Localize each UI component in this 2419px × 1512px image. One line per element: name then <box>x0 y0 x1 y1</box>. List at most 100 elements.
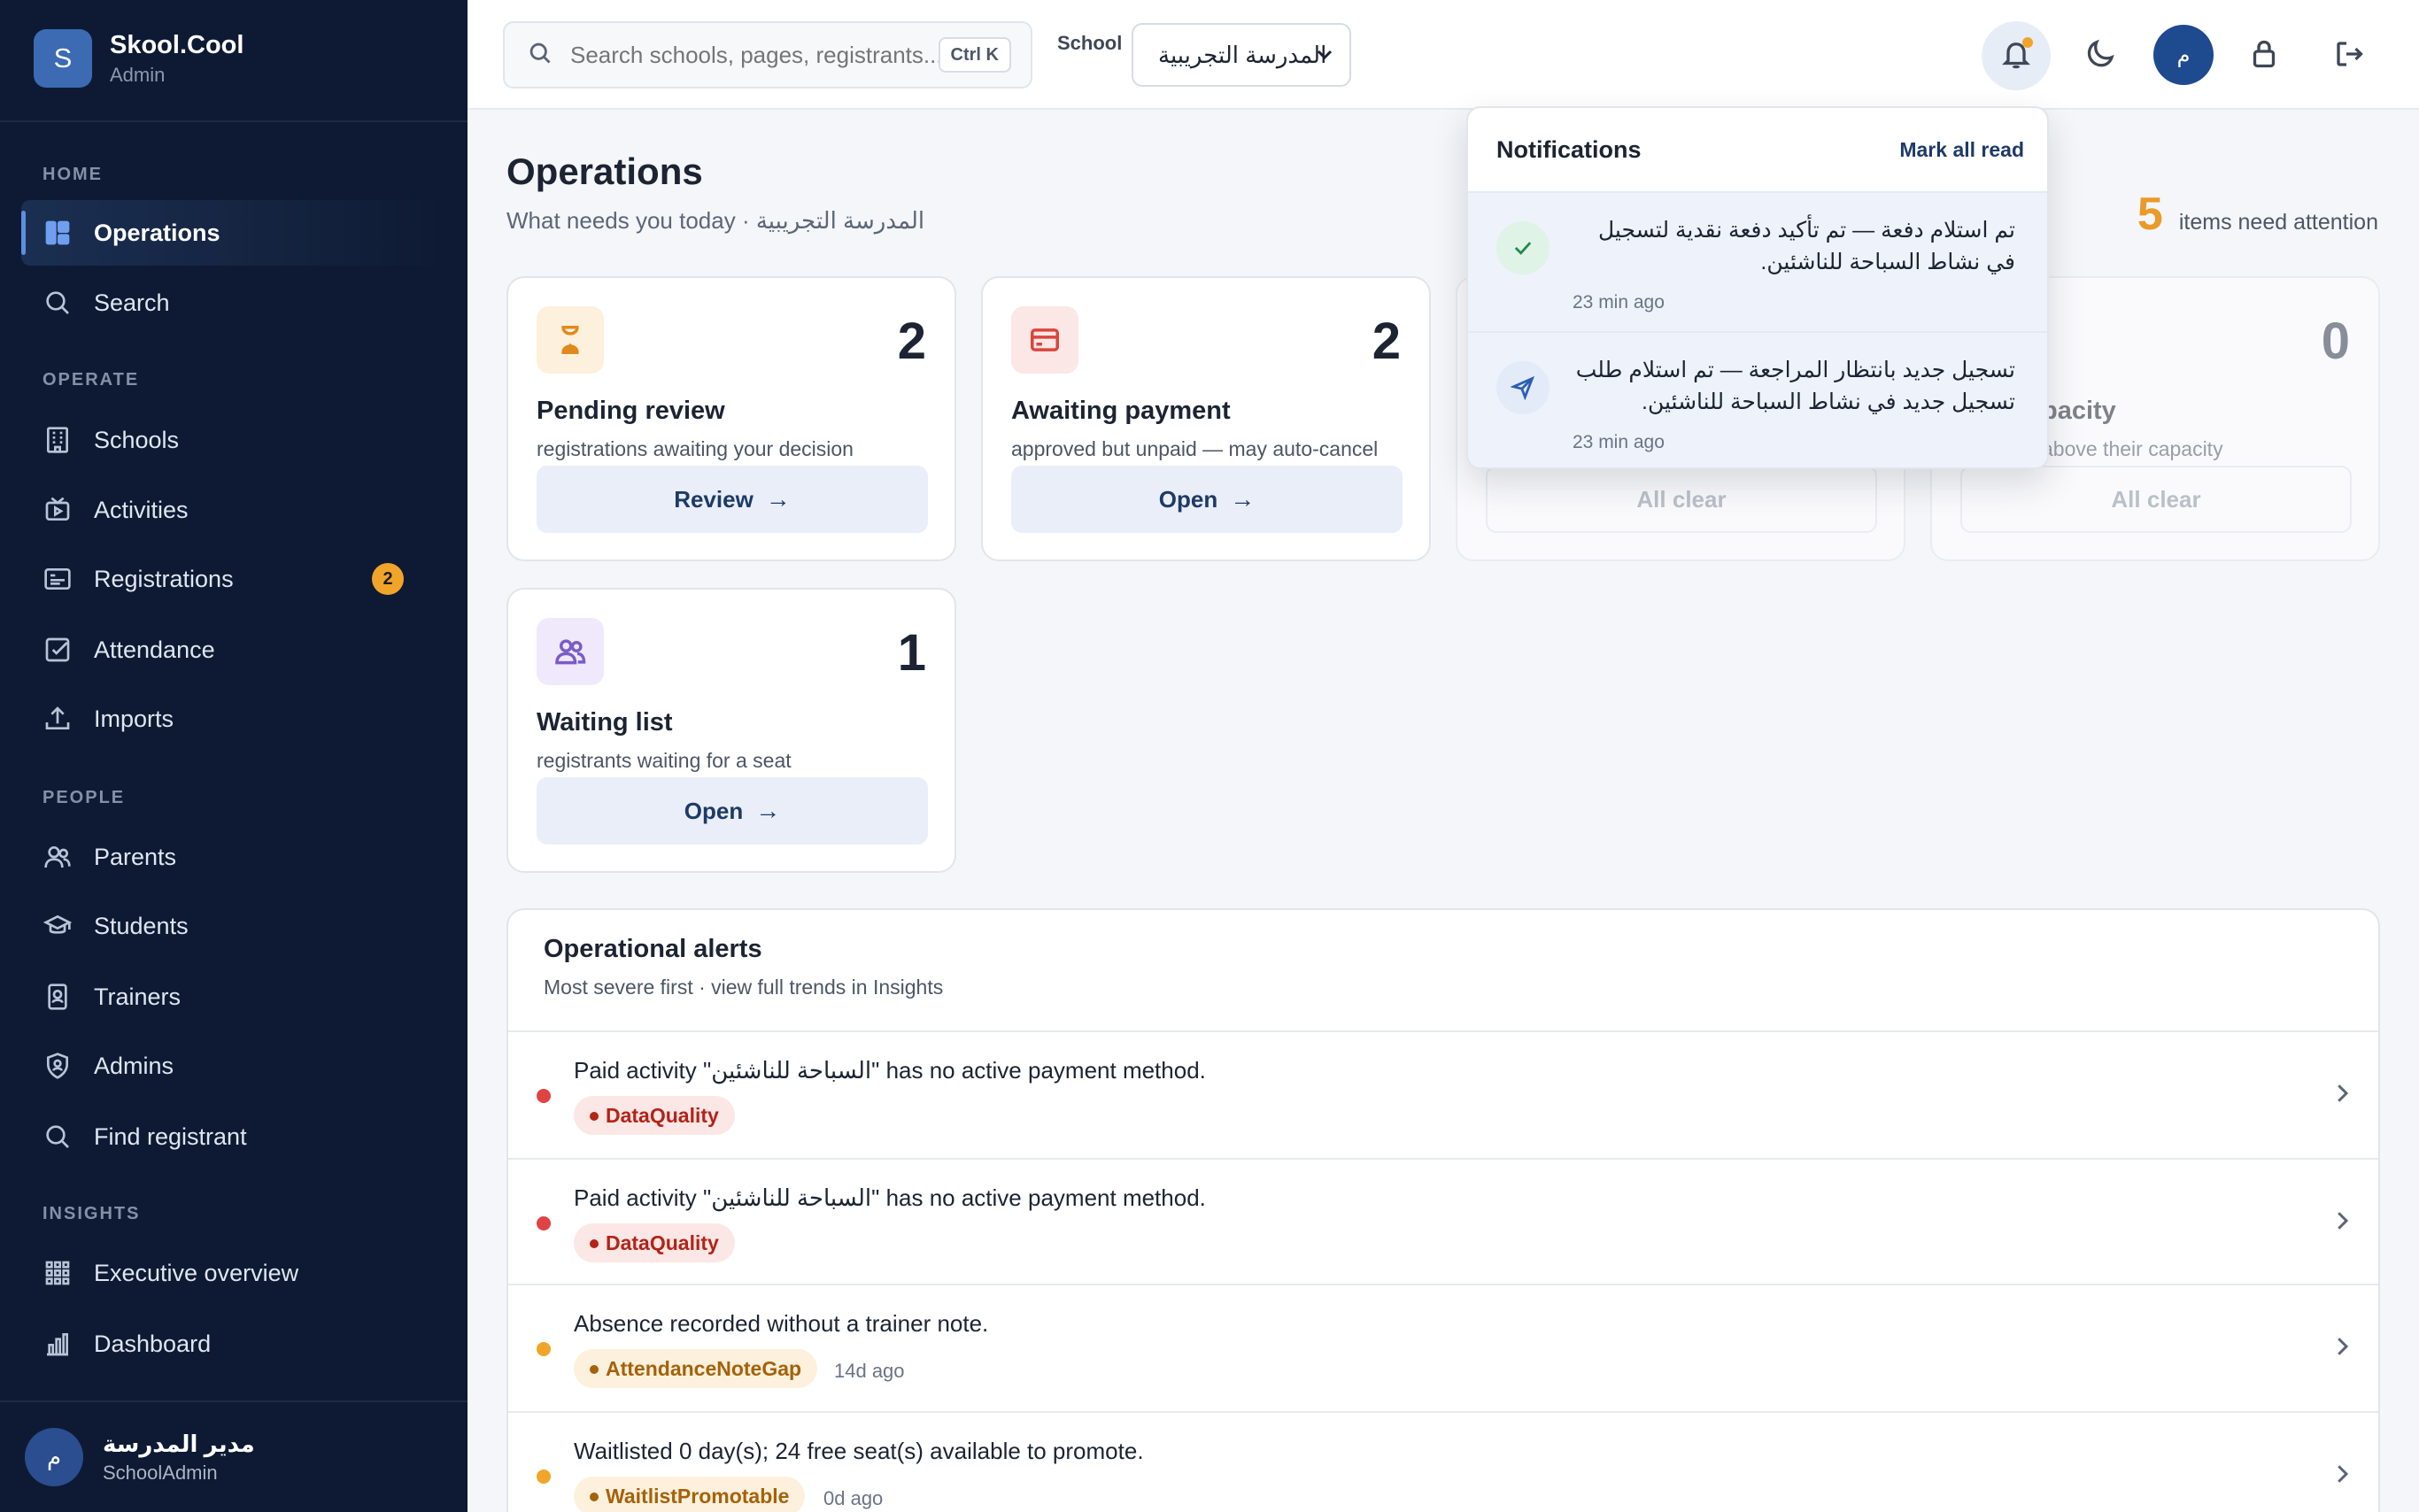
avatar: م <box>25 1428 83 1486</box>
notifications-button[interactable] <box>1982 21 2051 90</box>
sidebar-item-attendance[interactable]: Attendance <box>21 617 446 683</box>
notification-dot <box>2022 37 2033 48</box>
search-icon <box>43 1122 73 1152</box>
lock-button[interactable] <box>2230 21 2299 90</box>
building-icon <box>43 425 73 455</box>
registrations-count-badge: 2 <box>372 563 404 595</box>
button-label: Open <box>1158 485 1218 513</box>
severity-dot <box>537 1089 551 1103</box>
brand-role: Admin <box>110 63 166 86</box>
alert-message: Waitlisted 0 day(s); 24 free seat(s) ava… <box>574 1438 1144 1464</box>
sidebar-item-activities[interactable]: Activities <box>21 477 446 543</box>
severity-dot <box>537 1342 551 1356</box>
divider <box>0 120 468 122</box>
card-description: above their capacity <box>2042 437 2223 460</box>
hourglass-icon <box>537 306 604 374</box>
logout-button[interactable] <box>2315 21 2384 90</box>
card-description: registrants waiting for a seat <box>537 749 792 772</box>
id-card-icon <box>43 564 73 594</box>
credit-card-icon <box>1011 306 1078 374</box>
lock-icon <box>2248 38 2280 74</box>
school-select-value: المدرسة التجريبية <box>1158 41 1327 68</box>
chevron-down-icon <box>1317 50 1333 60</box>
sidebar-item-students[interactable]: Students <box>21 893 446 959</box>
attention-summary: 5 items need attention <box>2137 188 2378 241</box>
user-name: مدير المدرسة <box>103 1430 255 1457</box>
sidebar-item-label: Executive overview <box>94 1259 299 1286</box>
card-count: 2 <box>897 312 926 370</box>
sidebar-item-parents[interactable]: Parents <box>21 824 446 890</box>
notifications-popover: Notifications Mark all read تم استلام دف… <box>1466 106 2049 469</box>
alert-row[interactable]: Paid activity "السباحة للناشئين" has no … <box>508 1030 2378 1158</box>
theme-toggle-button[interactable] <box>2067 21 2136 90</box>
sidebar-item-schools[interactable]: Schools <box>21 407 446 473</box>
open-button[interactable]: Open → <box>1011 466 1403 533</box>
alert-row[interactable]: Absence recorded without a trainer note.… <box>508 1284 2378 1411</box>
dashboard-icon <box>43 218 73 248</box>
page-subtitle: What needs you today · المدرسة التجريبية <box>506 207 925 234</box>
review-button[interactable]: Review → <box>537 466 928 533</box>
sidebar-item-operations[interactable]: Operations <box>21 200 446 266</box>
school-select[interactable]: المدرسة التجريبية <box>1132 23 1351 87</box>
alert-tag: DataQuality <box>574 1223 735 1262</box>
users-icon <box>43 842 73 872</box>
card-title: pacity <box>2042 397 2116 425</box>
severity-dot <box>537 1216 551 1230</box>
attention-label: items need attention <box>2178 210 2378 235</box>
notification-item[interactable]: تم استلام دفعة — تم تأكيد دفعة نقدية لتس… <box>1468 191 2047 331</box>
sidebar-item-search[interactable]: Search <box>21 270 446 336</box>
severity-dot <box>537 1470 551 1484</box>
nav-section-insights: INSIGHTS <box>43 1204 141 1223</box>
sidebar-item-label: Schools <box>94 426 180 453</box>
notification-item[interactable]: تسجيل جديد بانتظار المراجعة — تم استلام … <box>1468 331 2047 467</box>
search-input[interactable] <box>570 41 942 69</box>
brand[interactable]: S Skool.Cool Admin <box>34 29 243 88</box>
global-search[interactable]: Ctrl K <box>503 21 1032 89</box>
user-profile[interactable]: م مدير المدرسة SchoolAdmin <box>0 1400 468 1512</box>
all-clear-button[interactable]: All clear <box>1960 466 2352 533</box>
card-description: registrations awaiting your decision <box>537 437 854 460</box>
sidebar-item-trainers[interactable]: Trainers <box>21 964 446 1030</box>
card-awaiting-payment: 2 Awaiting payment approved but unpaid —… <box>981 276 1431 561</box>
card-title: Pending review <box>537 397 725 425</box>
sidebar-item-label: Find registrant <box>94 1122 247 1150</box>
mark-all-read-button[interactable]: Mark all read <box>1899 138 2024 162</box>
checkbox-icon <box>43 635 73 665</box>
sidebar-item-imports[interactable]: Imports <box>21 686 446 752</box>
alert-age: 14d ago <box>834 1360 905 1382</box>
graduation-cap-icon <box>43 911 73 941</box>
sidebar-item-dashboard[interactable]: Dashboard <box>21 1311 446 1377</box>
chevron-right-icon <box>2329 1333 2355 1360</box>
sidebar-item-registrations[interactable]: Registrations 2 <box>21 546 446 612</box>
alert-row[interactable]: Waitlisted 0 day(s); 24 free seat(s) ava… <box>508 1411 2378 1512</box>
card-description: approved but unpaid — may auto-cancel <box>1011 437 1379 460</box>
alerts-subtitle: Most severe first · view full trends in … <box>544 976 944 999</box>
sidebar-item-executive-overview[interactable]: Executive overview <box>21 1240 446 1306</box>
logout-icon <box>2333 38 2365 74</box>
moon-icon <box>2085 38 2117 74</box>
users-icon <box>537 618 604 685</box>
sidebar-item-find-registrant[interactable]: Find registrant <box>21 1104 446 1169</box>
notifications-title: Notifications <box>1496 136 1642 163</box>
card-title: Waiting list <box>537 708 673 737</box>
chevron-right-icon <box>2329 1080 2355 1107</box>
sidebar-item-label: Parents <box>94 843 177 870</box>
avatar[interactable]: م <box>2153 25 2214 85</box>
all-clear-button[interactable]: All clear <box>1486 466 1877 533</box>
search-icon <box>528 41 553 70</box>
alert-message: Paid activity "السباحة للناشئين" has no … <box>574 1184 1206 1211</box>
keyboard-shortcut: Ctrl K <box>938 37 1011 73</box>
topbar: Ctrl K School المدرسة التجريبية م <box>468 0 2419 110</box>
sidebar-item-label: Operations <box>94 219 220 246</box>
sidebar-item-label: Search <box>94 289 170 316</box>
alert-message: Paid activity "السباحة للناشئين" has no … <box>574 1057 1206 1084</box>
card-count: 0 <box>2321 312 2350 370</box>
open-button[interactable]: Open → <box>537 777 928 845</box>
alert-row[interactable]: Paid activity "السباحة للناشئين" has no … <box>508 1158 2378 1285</box>
arrow-right-icon: → <box>1230 485 1256 513</box>
sidebar-item-admins[interactable]: Admins <box>21 1033 446 1099</box>
attention-count: 5 <box>2137 189 2163 240</box>
sidebar-item-label: Trainers <box>94 983 182 1010</box>
alerts-title: Operational alerts <box>544 935 762 963</box>
check-icon <box>1496 221 1550 274</box>
